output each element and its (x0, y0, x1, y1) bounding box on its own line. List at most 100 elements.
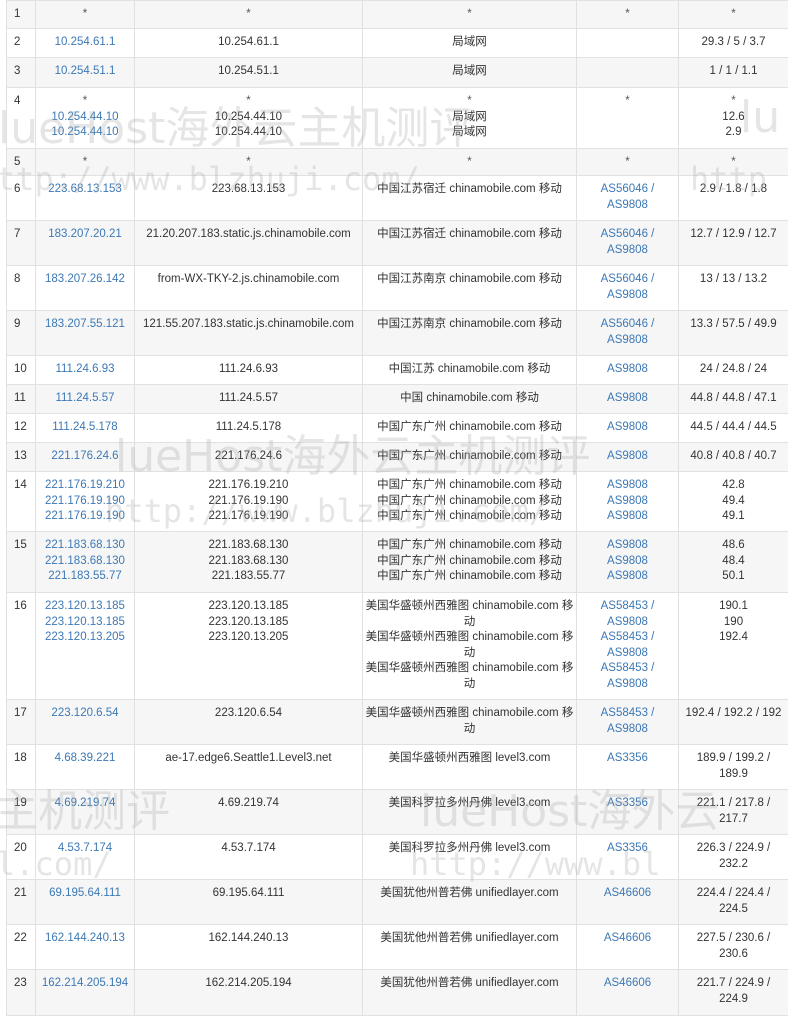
ip-text[interactable]: 183.207.20.21 (38, 227, 132, 243)
asn-text[interactable]: AS58453 / (579, 599, 676, 615)
location-cell: 美国科罗拉多州丹佛 level3.com (362, 834, 577, 880)
hostname-text: 121.55.207.183.static.js.chinamobile.com (143, 318, 354, 330)
location-cell: 美国科罗拉多州丹佛 level3.com (362, 789, 577, 835)
latency-cell: 13.3 / 57.5 / 49.9 (678, 310, 788, 356)
ip-text[interactable]: 111.24.5.57 (38, 391, 132, 407)
ip-cell: 10.254.51.1 (35, 57, 135, 88)
hop-number: 15 (6, 531, 36, 593)
hop-row: 9 183.207.55.121 121.55.207.183.static.js.… (6, 310, 788, 356)
asn-text[interactable]: AS58453 / (579, 706, 676, 722)
latency-text: 221.1 / 217.8 / (696, 797, 771, 809)
asn-cell: AS3356 (576, 789, 679, 835)
asn-text[interactable]: AS56046 / (579, 317, 676, 333)
ip-text: * (82, 8, 88, 20)
asn-text[interactable]: AS9808 (579, 391, 676, 407)
asn-text[interactable]: AS9808 (579, 449, 676, 465)
hop-row: 3 10.254.51.1 10.254.51.1 局域网 1 / 1 / 1.1 (6, 57, 788, 88)
asn-text[interactable]: AS9808 (579, 646, 676, 662)
ip-text[interactable]: 221.176.19.190 (38, 509, 132, 525)
hostname-cell: * (134, 0, 363, 29)
asn-text[interactable]: AS56046 / (579, 272, 676, 288)
ip-text[interactable]: 162.214.205.194 (38, 976, 132, 992)
asn-cell: * (576, 87, 679, 149)
hostname-cell: 111.24.5.57 (134, 384, 363, 414)
latency-cell: 189.9 / 199.2 / 189.9 (678, 744, 788, 790)
ip-text[interactable]: 223.120.6.54 (38, 706, 132, 722)
ip-text[interactable]: 223.120.13.185 (38, 599, 132, 615)
ip-text[interactable]: 183.207.55.121 (38, 317, 132, 333)
latency-cell: 40.8 / 40.8 / 40.7 (678, 442, 788, 472)
asn-text[interactable]: AS3356 (579, 751, 676, 767)
asn-text[interactable]: AS46606 (579, 886, 676, 902)
ip-text[interactable]: 10.254.44.10 (38, 125, 132, 141)
asn-text[interactable]: AS9808 (579, 478, 676, 494)
location-cell: 美国华盛顿州西雅图 level3.com (362, 744, 577, 790)
ip-cell: * (35, 0, 135, 29)
hop-number: 20 (6, 834, 36, 880)
asn-text[interactable]: AS9808 (579, 333, 676, 349)
latency-cell: * (678, 0, 788, 29)
asn-text[interactable]: AS58453 / (579, 630, 676, 646)
asn-text[interactable]: AS3356 (579, 796, 676, 812)
asn-cell: AS9808 (576, 384, 679, 414)
ip-text[interactable]: 223.68.13.153 (38, 182, 132, 198)
latency-text: 13 / 13 / 13.2 (699, 273, 768, 285)
ip-text[interactable]: 4.68.39.221 (38, 751, 132, 767)
ip-text[interactable]: 221.176.24.6 (38, 449, 132, 465)
asn-text[interactable]: AS9808 (579, 494, 676, 510)
hostname-text: 162.214.205.194 (205, 977, 292, 989)
asn-text[interactable]: AS9808 (579, 615, 676, 631)
latency-cell: 227.5 / 230.6 / 230.6 (678, 924, 788, 970)
asn-text[interactable]: AS9808 (579, 288, 676, 304)
asn-text[interactable]: AS9808 (579, 420, 676, 436)
asn-text[interactable]: AS9808 (579, 509, 676, 525)
ip-text[interactable]: 223.120.13.205 (38, 630, 132, 646)
ip-text[interactable]: 4.69.219.74 (38, 796, 132, 812)
asn-text[interactable]: AS9808 (579, 554, 676, 570)
asn-cell: AS9808 AS9808 AS9808 (576, 471, 679, 532)
ip-text[interactable]: 111.24.5.178 (38, 420, 132, 436)
ip-text[interactable]: 183.207.26.142 (38, 272, 132, 288)
ip-text[interactable]: 4.53.7.174 (38, 841, 132, 857)
ip-text[interactable]: 221.183.55.77 (38, 569, 132, 585)
ip-text[interactable]: 10.254.51.1 (38, 64, 132, 80)
asn-text[interactable]: AS9808 (579, 538, 676, 554)
ip-text[interactable]: 111.24.6.93 (38, 362, 132, 378)
asn-text[interactable]: AS9808 (579, 722, 676, 738)
ip-text[interactable]: 221.183.68.130 (38, 538, 132, 554)
asn-text[interactable]: AS56046 / (579, 227, 676, 243)
ip-cell: 4.53.7.174 (35, 834, 135, 880)
ip-text[interactable]: 221.183.68.130 (38, 554, 132, 570)
ip-text: * (82, 95, 88, 107)
ip-text[interactable]: 162.144.240.13 (38, 931, 132, 947)
asn-text[interactable]: AS58453 / (579, 661, 676, 677)
ip-text[interactable]: 10.254.61.1 (38, 35, 132, 51)
latency-cell: 42.8 49.4 49.1 (678, 471, 788, 532)
hop-number: 4 (6, 87, 36, 149)
asn-text[interactable]: AS46606 (579, 976, 676, 992)
ip-text[interactable]: 69.195.64.111 (38, 886, 132, 902)
asn-cell: AS3356 (576, 744, 679, 790)
hostname-cell: 10.254.61.1 (134, 28, 363, 58)
asn-text[interactable]: AS3356 (579, 841, 676, 857)
asn-text[interactable]: AS9808 (579, 198, 676, 214)
ip-text[interactable]: 10.254.44.10 (38, 110, 132, 126)
ip-cell: 223.120.6.54 (35, 699, 135, 745)
asn-text[interactable]: AS56046 / (579, 182, 676, 198)
location-cell: 中国江苏宿迁 chinamobile.com 移动 (362, 220, 577, 266)
asn-text[interactable]: AS9808 (579, 569, 676, 585)
latency-cell: 13 / 13 / 13.2 (678, 265, 788, 311)
asn-text[interactable]: AS9808 (579, 677, 676, 693)
hop-row: 17 223.120.6.54 223.120.6.54 美国华盛顿州西雅图 chin… (6, 699, 788, 745)
ip-text[interactable]: 223.120.13.185 (38, 615, 132, 631)
asn-text[interactable]: AS9808 (579, 362, 676, 378)
latency-cell: 12.7 / 12.9 / 12.7 (678, 220, 788, 266)
ip-text[interactable]: 221.176.19.210 (38, 478, 132, 494)
location-cell: 中国江苏宿迁 chinamobile.com 移动 (362, 175, 577, 221)
ip-text[interactable]: 221.176.19.190 (38, 494, 132, 510)
asn-text[interactable]: AS9808 (579, 243, 676, 259)
asn-text[interactable]: AS46606 (579, 931, 676, 947)
latency-text: 13.3 / 57.5 / 49.9 (690, 318, 777, 330)
hostname-cell: 10.254.51.1 (134, 57, 363, 88)
latency-text: 230.6 (719, 947, 748, 960)
